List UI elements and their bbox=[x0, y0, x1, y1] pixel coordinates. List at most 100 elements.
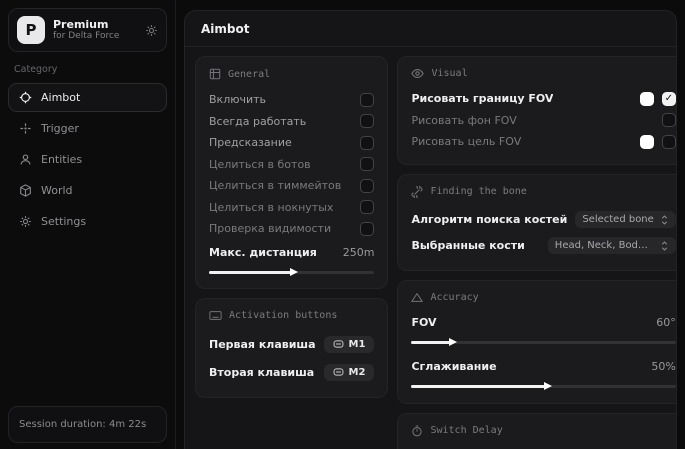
keybind-label: Первая клавиша bbox=[209, 338, 316, 351]
keybind-label: Вторая клавиша bbox=[209, 366, 314, 379]
panel-activation-buttons: Activation buttons Первая клавиша M1 bbox=[195, 298, 388, 398]
toggle-label: Предсказание bbox=[209, 136, 292, 149]
keybind-key: M1 bbox=[349, 339, 366, 350]
smoothing-slider[interactable] bbox=[411, 382, 675, 392]
visual-label: Рисовать границу FOV bbox=[411, 92, 553, 105]
visual-row: Рисовать границу FOV ✓ bbox=[411, 88, 675, 110]
max-distance-slider[interactable] bbox=[209, 267, 374, 277]
triangle-icon bbox=[411, 292, 423, 303]
app-subtitle: for Delta Force bbox=[53, 31, 137, 42]
sidebar: P Premium for Delta Force Category Aimbo… bbox=[0, 0, 176, 449]
checkbox[interactable]: ✓ bbox=[662, 135, 676, 149]
bone-row: Выбранные кости Head, Neck, Body, Pe.. bbox=[411, 233, 675, 259]
panel-visual: Visual Рисовать границу FOV ✓ Рисовать ф… bbox=[397, 56, 677, 165]
sidebar-item-label: World bbox=[41, 184, 73, 197]
visual-row: Рисовать цель FOV ✓ bbox=[411, 131, 675, 153]
slider-value: 50% bbox=[651, 360, 675, 373]
slider-label: Макс. дистанция bbox=[209, 246, 317, 259]
toggle-label: Целиться в ботов bbox=[209, 158, 311, 171]
checkbox[interactable]: ✓ bbox=[360, 93, 374, 107]
timer-icon bbox=[411, 425, 423, 437]
sidebar-item-label: Entities bbox=[41, 153, 82, 166]
keybind-button-m1[interactable]: M1 bbox=[324, 336, 375, 353]
bone-label: Алгоритм поиска костей bbox=[411, 213, 567, 226]
grid-icon bbox=[209, 68, 221, 80]
toggle-label: Включить bbox=[209, 93, 266, 106]
slider-value: 60° bbox=[656, 316, 676, 329]
toggle-row: Целиться в нокнутых ✓ bbox=[209, 197, 374, 219]
slider-thumb[interactable] bbox=[290, 268, 298, 276]
panel-general: General Включить ✓ Всегда работать ✓ Пре… bbox=[195, 56, 388, 289]
toggle-row: Предсказание ✓ bbox=[209, 132, 374, 154]
visual-label: Рисовать цель FOV bbox=[411, 135, 521, 148]
session-duration-text: Session duration: 4m 22s bbox=[19, 419, 146, 430]
bone-row: Алгоритм поиска костей Selected bone bbox=[411, 207, 675, 233]
sidebar-item-trigger[interactable]: Trigger bbox=[8, 114, 167, 143]
toggle-row: Включить ✓ bbox=[209, 89, 374, 111]
slider-thumb[interactable] bbox=[449, 338, 457, 346]
sidebar-item-settings[interactable]: Settings bbox=[8, 207, 167, 236]
sidebar-item-label: Trigger bbox=[41, 122, 79, 135]
checkbox[interactable]: ✓ bbox=[662, 113, 676, 127]
color-swatch[interactable] bbox=[640, 135, 654, 149]
sidebar-item-label: Settings bbox=[41, 215, 86, 228]
fov-slider[interactable] bbox=[411, 337, 675, 347]
checkbox[interactable]: ✓ bbox=[360, 179, 374, 193]
slider-label: FOV bbox=[411, 316, 436, 329]
fov-slider-block: FOV 60° bbox=[411, 312, 675, 348]
toggle-row: Проверка видимости ✓ bbox=[209, 218, 374, 240]
toggle-label: Целиться в нокнутых bbox=[209, 201, 333, 214]
gear-icon bbox=[19, 215, 32, 228]
panel-title: Switch Delay bbox=[430, 425, 502, 436]
toggle-row: Задержка переключения ✓ bbox=[411, 446, 675, 449]
page-title: Aimbot bbox=[201, 22, 660, 36]
app-logo: P bbox=[17, 16, 45, 44]
slider-label: Сглаживание bbox=[411, 360, 496, 373]
keyboard-icon bbox=[209, 310, 222, 321]
gear-icon[interactable] bbox=[145, 24, 158, 37]
checkbox[interactable]: ✓ bbox=[360, 222, 374, 236]
selected-bones-select[interactable]: Head, Neck, Body, Pe.. bbox=[548, 237, 676, 254]
panel-accuracy: Accuracy FOV 60° Сглаживание bbox=[397, 280, 677, 404]
world-icon bbox=[19, 184, 32, 197]
panel-title: Activation buttons bbox=[229, 310, 337, 321]
max-distance-slider-block: Макс. дистанция 250m bbox=[209, 242, 374, 278]
session-duration: Session duration: 4m 22s bbox=[8, 406, 167, 443]
crosshair-icon bbox=[19, 91, 32, 104]
unfold-icon bbox=[660, 241, 669, 251]
slider-thumb[interactable] bbox=[544, 382, 552, 390]
slider-value: 250m bbox=[343, 246, 375, 259]
checkbox[interactable]: ✓ bbox=[360, 136, 374, 150]
bone-algorithm-select[interactable]: Selected bone bbox=[575, 211, 675, 228]
sidebar-item-aimbot[interactable]: Aimbot bbox=[8, 83, 167, 112]
sidebar-item-world[interactable]: World bbox=[8, 176, 167, 205]
toggle-label: Всегда работать bbox=[209, 115, 306, 128]
main-header: Aimbot bbox=[185, 11, 676, 47]
color-swatch[interactable] bbox=[640, 92, 654, 106]
panel-title: General bbox=[228, 69, 270, 80]
check-icon: ✓ bbox=[665, 94, 673, 104]
checkbox[interactable]: ✓ bbox=[360, 200, 374, 214]
bone-icon bbox=[411, 186, 423, 198]
toggle-row: Целиться в тиммейтов ✓ bbox=[209, 175, 374, 197]
keybind-row: Первая клавиша M1 bbox=[209, 330, 374, 358]
category-label: Category bbox=[14, 64, 163, 75]
trigger-icon bbox=[19, 122, 32, 135]
checkbox[interactable]: ✓ bbox=[662, 92, 676, 106]
checkbox[interactable]: ✓ bbox=[360, 157, 374, 171]
sidebar-item-entities[interactable]: Entities bbox=[8, 145, 167, 174]
toggle-label: Проверка видимости bbox=[209, 222, 331, 235]
sidebar-item-label: Aimbot bbox=[41, 91, 80, 104]
toggle-label: Целиться в тиммейтов bbox=[209, 179, 341, 192]
entities-icon bbox=[19, 153, 32, 166]
checkbox[interactable]: ✓ bbox=[360, 114, 374, 128]
eye-icon bbox=[411, 68, 424, 79]
app-name: Premium bbox=[53, 18, 137, 32]
keybind-button-m2[interactable]: M2 bbox=[324, 364, 375, 381]
toggle-row: Целиться в ботов ✓ bbox=[209, 154, 374, 176]
panel-finding-bone: Finding the bone Алгоритм поиска костей … bbox=[397, 174, 677, 271]
panel-switch-delay: Switch Delay Задержка переключения ✓ Зад… bbox=[397, 413, 677, 449]
bone-label: Выбранные кости bbox=[411, 239, 524, 252]
smoothing-slider-block: Сглаживание 50% bbox=[411, 356, 675, 392]
selected-value: Selected bone bbox=[582, 214, 653, 225]
